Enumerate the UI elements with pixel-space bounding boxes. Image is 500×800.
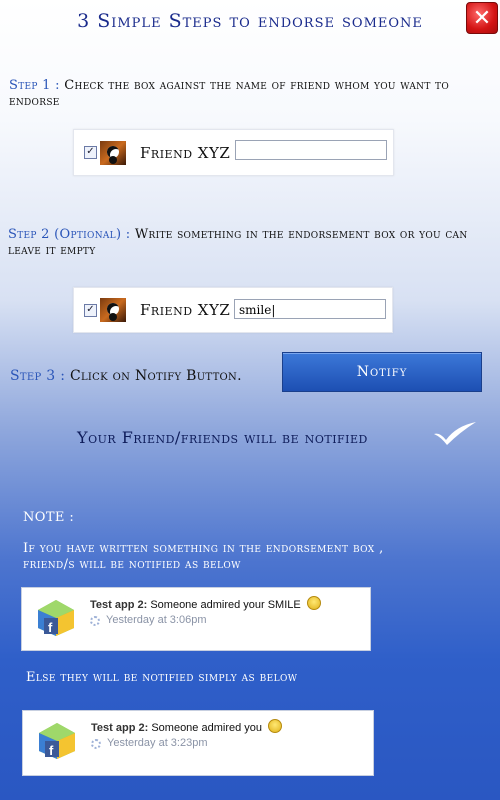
step-3-label: Step 3 : bbox=[10, 368, 66, 384]
notification-title: Test app 2: Someone admired your SMILE bbox=[90, 596, 321, 611]
smiley-icon bbox=[306, 596, 321, 610]
note-line-1: If you have written something in the end… bbox=[23, 541, 384, 556]
notified-message: Your Friend/friends will be notified bbox=[77, 428, 368, 447]
step-1-text: Check the box against the name of friend… bbox=[9, 78, 450, 109]
friend-checkbox[interactable]: ✓ bbox=[84, 146, 97, 159]
friend-name: Friend XYZ bbox=[140, 143, 231, 162]
step-3-instruction: Step 3 : Click on Notify Button. bbox=[10, 368, 280, 384]
note-heading: NOTE : bbox=[23, 510, 75, 525]
svg-text:f: f bbox=[48, 620, 53, 635]
facebook-app-icon: f bbox=[39, 723, 75, 759]
notification-app-name: Test app 2: bbox=[90, 599, 148, 611]
notification-app-name: Test app 2: bbox=[91, 722, 149, 734]
friend-name: Friend XYZ bbox=[140, 301, 231, 319]
notification-message: Someone admired you bbox=[151, 722, 263, 734]
gear-icon bbox=[91, 739, 101, 749]
facebook-app-icon: f bbox=[38, 600, 74, 636]
friend-avatar bbox=[100, 298, 126, 322]
note-text: If you have written something in the end… bbox=[23, 541, 483, 573]
gear-icon bbox=[90, 616, 100, 626]
smiley-icon bbox=[268, 719, 283, 733]
close-icon: ✕ bbox=[472, 5, 492, 31]
notification-timestamp: Yesterday at 3:23pm bbox=[107, 737, 208, 749]
notification-time: Yesterday at 3:23pm bbox=[91, 737, 208, 749]
step-3-text: Click on Notify Button. bbox=[69, 368, 242, 384]
else-text: Else they will be notified simply as bel… bbox=[26, 670, 298, 685]
notification-card: f Test app 2: Someone admired your SMILE… bbox=[21, 587, 371, 651]
note-line-2: friend/s will be notified as below bbox=[23, 557, 241, 572]
page-title: 3 Simple Steps to endorse someone bbox=[77, 10, 423, 32]
step-2-label: Step 2 (Optional) : bbox=[8, 227, 131, 242]
notification-time: Yesterday at 3:06pm bbox=[90, 614, 207, 626]
close-button[interactable]: ✕ bbox=[466, 2, 498, 34]
notification-title: Test app 2: Someone admired you bbox=[91, 719, 283, 734]
notify-button[interactable]: Notify bbox=[282, 352, 482, 392]
endorsement-input[interactable] bbox=[235, 140, 387, 160]
notification-timestamp: Yesterday at 3:06pm bbox=[106, 614, 207, 626]
notification-message: Someone admired your SMILE bbox=[150, 599, 301, 611]
friend-avatar bbox=[100, 140, 126, 165]
step-2-instruction: Step 2 (Optional) : Write something in t… bbox=[8, 227, 488, 259]
step-2-friend-row: ✓ Friend XYZ smile| bbox=[73, 287, 393, 333]
svg-text:f: f bbox=[49, 743, 54, 758]
text-cursor: | bbox=[271, 303, 276, 317]
step-1-friend-row: ✓ Friend XYZ bbox=[73, 129, 394, 176]
step-1-instruction: Step 1 : Check the box against the name … bbox=[9, 78, 479, 110]
notification-card: f Test app 2: Someone admired you Yester… bbox=[22, 710, 374, 776]
endorsement-input[interactable]: smile| bbox=[234, 299, 386, 319]
endorsement-input-value: smile bbox=[239, 303, 272, 317]
friend-checkbox[interactable]: ✓ bbox=[84, 303, 97, 317]
checkmark-icon bbox=[434, 422, 476, 445]
step-1-label: Step 1 : bbox=[9, 78, 60, 93]
